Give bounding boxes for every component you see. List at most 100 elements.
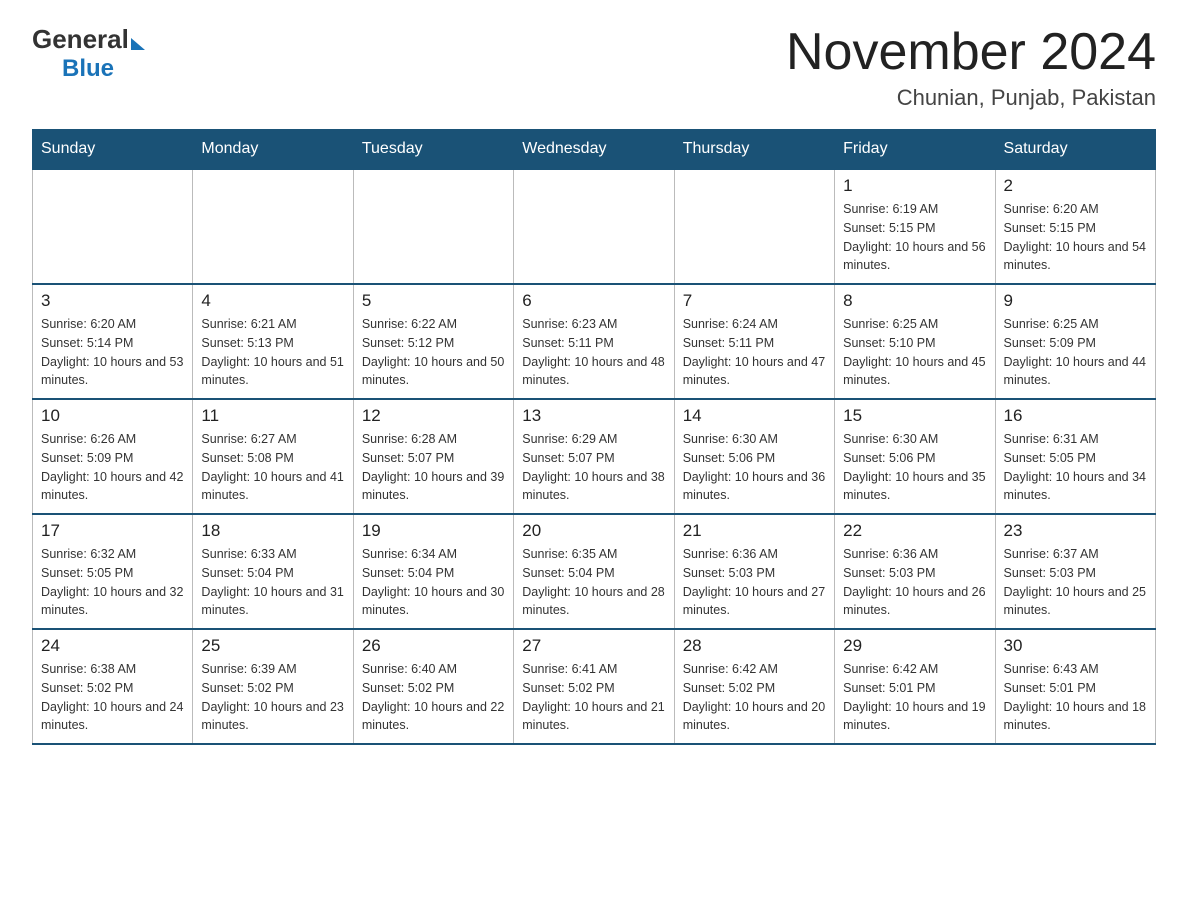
day-info: Sunrise: 6:37 AMSunset: 5:03 PMDaylight:… (1004, 545, 1147, 620)
day-info: Sunrise: 6:34 AMSunset: 5:04 PMDaylight:… (362, 545, 505, 620)
column-header-friday: Friday (835, 130, 995, 170)
day-number: 17 (41, 521, 184, 541)
day-info: Sunrise: 6:20 AMSunset: 5:15 PMDaylight:… (1004, 200, 1147, 275)
calendar-cell: 11Sunrise: 6:27 AMSunset: 5:08 PMDayligh… (193, 399, 353, 514)
calendar-cell: 14 Sunrise: 6:30 AMSunset: 5:06 PMDayligh… (674, 399, 834, 514)
day-info: Sunrise: 6:39 AMSunset: 5:02 PMDaylight:… (201, 660, 344, 735)
location-title: Chunian, Punjab, Pakistan (786, 85, 1156, 111)
day-number: 20 (522, 521, 665, 541)
calendar-cell: 15 Sunrise: 6:30 AMSunset: 5:06 PMDayligh… (835, 399, 995, 514)
calendar-cell: 13 Sunrise: 6:29 AMSunset: 5:07 PMDayligh… (514, 399, 674, 514)
day-number: 21 (683, 521, 826, 541)
day-info: Sunrise: 6:40 AMSunset: 5:02 PMDaylight:… (362, 660, 505, 735)
calendar-cell: 3Sunrise: 6:20 AMSunset: 5:14 PMDaylight… (33, 284, 193, 399)
calendar-week-row: 3Sunrise: 6:20 AMSunset: 5:14 PMDaylight… (33, 284, 1156, 399)
calendar-cell (193, 169, 353, 284)
day-info: Sunrise: 6:25 AMSunset: 5:10 PMDaylight:… (843, 315, 986, 390)
day-number: 30 (1004, 636, 1147, 656)
day-number: 7 (683, 291, 826, 311)
day-number: 10 (41, 406, 184, 426)
day-number: 28 (683, 636, 826, 656)
day-info: Sunrise: 6:33 AMSunset: 5:04 PMDaylight:… (201, 545, 344, 620)
calendar-cell: 8Sunrise: 6:25 AMSunset: 5:10 PMDaylight… (835, 284, 995, 399)
day-number: 6 (522, 291, 665, 311)
logo-arrow-icon (131, 38, 145, 50)
page-header: General Blue November 2024 Chunian, Punj… (32, 24, 1156, 111)
day-info: Sunrise: 6:28 AMSunset: 5:07 PMDaylight:… (362, 430, 505, 505)
day-info: Sunrise: 6:36 AMSunset: 5:03 PMDaylight:… (683, 545, 826, 620)
day-number: 13 (522, 406, 665, 426)
day-info: Sunrise: 6:42 AMSunset: 5:01 PMDaylight:… (843, 660, 986, 735)
column-header-monday: Monday (193, 130, 353, 170)
calendar-cell: 9Sunrise: 6:25 AMSunset: 5:09 PMDaylight… (995, 284, 1155, 399)
column-header-tuesday: Tuesday (353, 130, 513, 170)
calendar-cell: 18 Sunrise: 6:33 AMSunset: 5:04 PMDayligh… (193, 514, 353, 629)
day-info: Sunrise: 6:21 AMSunset: 5:13 PMDaylight:… (201, 315, 344, 390)
calendar-cell: 19 Sunrise: 6:34 AMSunset: 5:04 PMDayligh… (353, 514, 513, 629)
month-title: November 2024 (786, 24, 1156, 81)
day-info: Sunrise: 6:23 AMSunset: 5:11 PMDaylight:… (522, 315, 665, 390)
calendar-cell: 29 Sunrise: 6:42 AMSunset: 5:01 PMDayligh… (835, 629, 995, 744)
day-info: Sunrise: 6:30 AMSunset: 5:06 PMDaylight:… (683, 430, 826, 505)
day-info: Sunrise: 6:19 AMSunset: 5:15 PMDaylight:… (843, 200, 986, 275)
calendar-cell: 24 Sunrise: 6:38 AMSunset: 5:02 PMDayligh… (33, 629, 193, 744)
calendar-cell: 17 Sunrise: 6:32 AMSunset: 5:05 PMDayligh… (33, 514, 193, 629)
day-number: 16 (1004, 406, 1147, 426)
logo-blue-text: Blue (62, 55, 114, 83)
calendar-cell (674, 169, 834, 284)
day-number: 14 (683, 406, 826, 426)
column-header-saturday: Saturday (995, 130, 1155, 170)
calendar-cell: 4 Sunrise: 6:21 AMSunset: 5:13 PMDaylight… (193, 284, 353, 399)
day-number: 12 (362, 406, 505, 426)
calendar-cell: 6 Sunrise: 6:23 AMSunset: 5:11 PMDaylight… (514, 284, 674, 399)
day-info: Sunrise: 6:27 AMSunset: 5:08 PMDaylight:… (201, 430, 344, 505)
calendar-cell: 25 Sunrise: 6:39 AMSunset: 5:02 PMDayligh… (193, 629, 353, 744)
title-block: November 2024 Chunian, Punjab, Pakistan (786, 24, 1156, 111)
calendar-cell: 22 Sunrise: 6:36 AMSunset: 5:03 PMDayligh… (835, 514, 995, 629)
calendar-cell (353, 169, 513, 284)
calendar-cell: 21 Sunrise: 6:36 AMSunset: 5:03 PMDayligh… (674, 514, 834, 629)
day-number: 22 (843, 521, 986, 541)
day-info: Sunrise: 6:25 AMSunset: 5:09 PMDaylight:… (1004, 315, 1147, 390)
calendar-cell: 20 Sunrise: 6:35 AMSunset: 5:04 PMDayligh… (514, 514, 674, 629)
calendar-week-row: 1 Sunrise: 6:19 AMSunset: 5:15 PMDaylight… (33, 169, 1156, 284)
day-number: 25 (201, 636, 344, 656)
calendar-cell (514, 169, 674, 284)
logo-general-text: General (32, 24, 129, 55)
day-number: 2 (1004, 176, 1147, 196)
day-info: Sunrise: 6:24 AMSunset: 5:11 PMDaylight:… (683, 315, 826, 390)
calendar-cell: 7 Sunrise: 6:24 AMSunset: 5:11 PMDaylight… (674, 284, 834, 399)
day-number: 18 (201, 521, 344, 541)
day-info: Sunrise: 6:38 AMSunset: 5:02 PMDaylight:… (41, 660, 184, 735)
day-info: Sunrise: 6:26 AMSunset: 5:09 PMDaylight:… (41, 430, 184, 505)
day-number: 29 (843, 636, 986, 656)
calendar-cell: 5Sunrise: 6:22 AMSunset: 5:12 PMDaylight… (353, 284, 513, 399)
day-info: Sunrise: 6:43 AMSunset: 5:01 PMDaylight:… (1004, 660, 1147, 735)
day-info: Sunrise: 6:29 AMSunset: 5:07 PMDaylight:… (522, 430, 665, 505)
day-info: Sunrise: 6:22 AMSunset: 5:12 PMDaylight:… (362, 315, 505, 390)
calendar-cell: 28 Sunrise: 6:42 AMSunset: 5:02 PMDayligh… (674, 629, 834, 744)
day-info: Sunrise: 6:20 AMSunset: 5:14 PMDaylight:… (41, 315, 184, 390)
column-header-wednesday: Wednesday (514, 130, 674, 170)
day-info: Sunrise: 6:42 AMSunset: 5:02 PMDaylight:… (683, 660, 826, 735)
calendar-cell: 1 Sunrise: 6:19 AMSunset: 5:15 PMDaylight… (835, 169, 995, 284)
calendar-cell: 12 Sunrise: 6:28 AMSunset: 5:07 PMDayligh… (353, 399, 513, 514)
day-number: 4 (201, 291, 344, 311)
day-info: Sunrise: 6:35 AMSunset: 5:04 PMDaylight:… (522, 545, 665, 620)
calendar-cell: 30 Sunrise: 6:43 AMSunset: 5:01 PMDayligh… (995, 629, 1155, 744)
day-number: 15 (843, 406, 986, 426)
day-number: 24 (41, 636, 184, 656)
day-number: 1 (843, 176, 986, 196)
calendar-cell: 23 Sunrise: 6:37 AMSunset: 5:03 PMDayligh… (995, 514, 1155, 629)
day-info: Sunrise: 6:30 AMSunset: 5:06 PMDaylight:… (843, 430, 986, 505)
day-number: 27 (522, 636, 665, 656)
calendar-week-row: 17 Sunrise: 6:32 AMSunset: 5:05 PMDayligh… (33, 514, 1156, 629)
day-info: Sunrise: 6:41 AMSunset: 5:02 PMDaylight:… (522, 660, 665, 735)
day-number: 26 (362, 636, 505, 656)
day-info: Sunrise: 6:36 AMSunset: 5:03 PMDaylight:… (843, 545, 986, 620)
column-header-sunday: Sunday (33, 130, 193, 170)
day-info: Sunrise: 6:32 AMSunset: 5:05 PMDaylight:… (41, 545, 184, 620)
calendar-week-row: 24 Sunrise: 6:38 AMSunset: 5:02 PMDayligh… (33, 629, 1156, 744)
day-number: 19 (362, 521, 505, 541)
day-number: 23 (1004, 521, 1147, 541)
